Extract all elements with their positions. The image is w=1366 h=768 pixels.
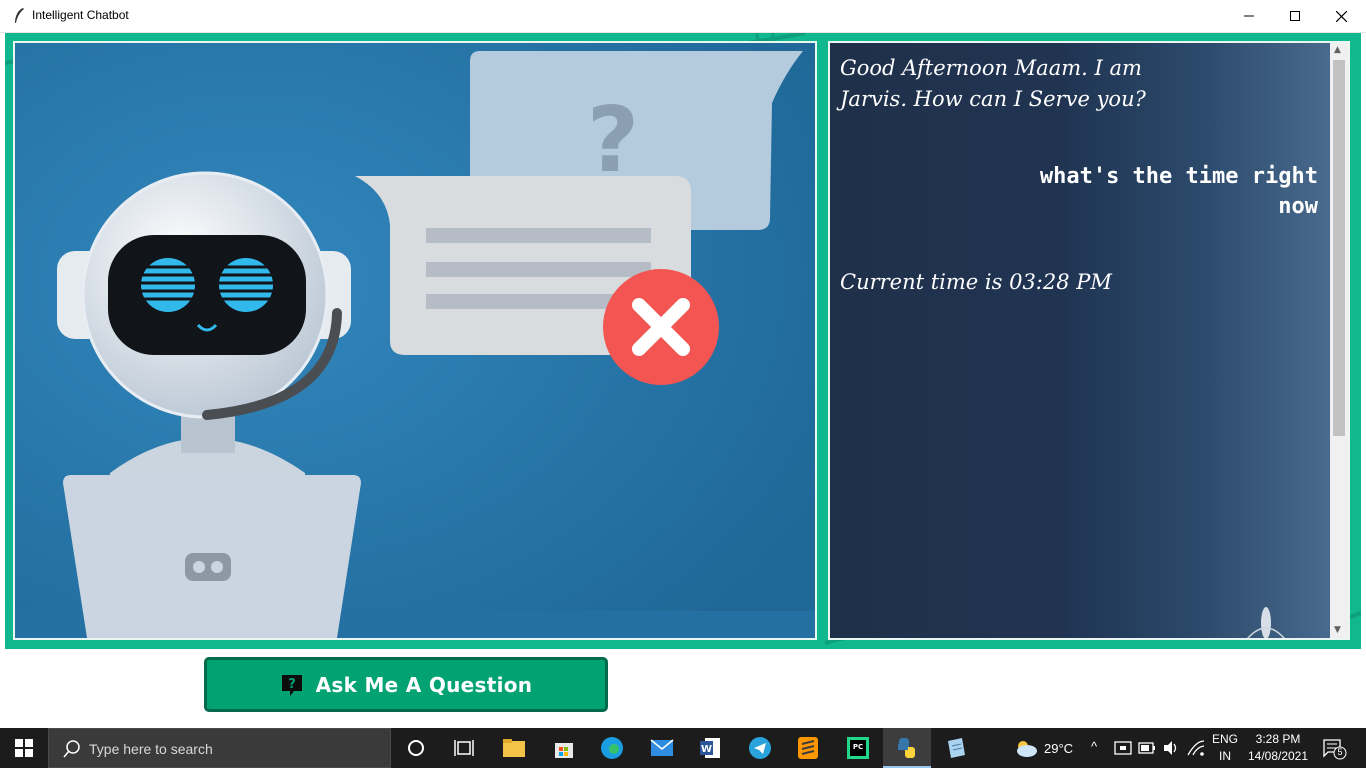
clock-time[interactable]: 3:28 PM (1244, 732, 1312, 746)
rocket-decoration (1247, 607, 1285, 638)
taskbar: Type here to search W PC 29°C ^ ENG IN 3… (0, 728, 1366, 768)
store-button[interactable] (540, 728, 588, 768)
tray-chevron-up-icon[interactable]: ^ (1091, 739, 1097, 754)
sublime-text-button[interactable] (784, 728, 832, 768)
weather-icon[interactable] (1013, 738, 1039, 758)
bot-message: Current time is 03:28 PM (840, 270, 1112, 294)
svg-text:?: ? (288, 677, 296, 692)
edge-button[interactable] (588, 728, 636, 768)
notification-count: 5 (1337, 747, 1343, 757)
python-button[interactable] (883, 728, 931, 768)
task-view-icon (454, 740, 474, 756)
pycharm-button[interactable]: PC (834, 728, 882, 768)
scroll-up-icon[interactable]: ▲ (1334, 45, 1341, 55)
search-placeholder: Type here to search (89, 741, 213, 757)
user-message: what's the time right now (1039, 164, 1318, 219)
bot-message: Good Afternoon Maam. I am Jarvis. How ca… (840, 56, 1146, 111)
taskbar-search-box[interactable]: Type here to search (48, 728, 391, 768)
ask-question-button[interactable]: ? Ask Me A Question (204, 657, 608, 712)
svg-text:PC: PC (853, 743, 863, 751)
wifi-icon[interactable] (1187, 740, 1205, 756)
question-bubble-icon: ? (281, 674, 302, 696)
pycharm-icon: PC (847, 737, 869, 759)
start-button[interactable] (0, 728, 48, 768)
notepad-button[interactable] (932, 728, 980, 768)
sublime-text-icon (798, 737, 818, 759)
clock-date[interactable]: 14/08/2021 (1244, 749, 1312, 763)
edge-icon (601, 737, 623, 759)
store-icon (555, 743, 573, 758)
file-explorer-button[interactable] (490, 728, 538, 768)
scroll-down-icon[interactable]: ▼ (1334, 625, 1341, 635)
weather-temperature[interactable]: 29°C (1044, 741, 1073, 756)
window-title: Intelligent Chatbot (32, 8, 129, 22)
chat-scrollbar[interactable]: ▲ ▼ (1330, 43, 1348, 638)
battery-icon[interactable] (1138, 742, 1156, 754)
mail-icon (650, 739, 674, 756)
windows-icon (15, 739, 33, 757)
close-icon (1335, 10, 1347, 22)
svg-text:W: W (701, 744, 712, 755)
network-adapter-icon[interactable] (1114, 740, 1132, 756)
volume-icon[interactable] (1162, 740, 1180, 756)
chat-log[interactable]: Good Afternoon Maam. I am Jarvis. How ca… (828, 41, 1350, 640)
mail-button[interactable] (638, 728, 686, 768)
ask-question-label: Ask Me A Question (315, 672, 533, 697)
python-icon (898, 738, 915, 758)
minimize-icon (1244, 15, 1254, 17)
robot-image: ? (15, 43, 815, 638)
feather-icon (15, 8, 24, 23)
title-bar: Intelligent Chatbot (0, 0, 1366, 33)
scrollbar-thumb[interactable] (1333, 60, 1345, 436)
close-button[interactable] (1318, 0, 1364, 32)
word-icon: W (700, 738, 720, 758)
robot-illustration: ? (13, 41, 817, 640)
maximize-icon (1290, 11, 1300, 21)
cortana-icon (408, 740, 424, 756)
notepad-icon (948, 738, 965, 758)
telegram-icon (749, 737, 771, 759)
task-view-button[interactable] (440, 728, 488, 768)
file-explorer-icon (503, 739, 525, 757)
telegram-button[interactable] (736, 728, 784, 768)
language-region[interactable]: IN (1210, 749, 1240, 763)
word-button[interactable]: W (686, 728, 734, 768)
maximize-button[interactable] (1272, 0, 1318, 32)
minimize-button[interactable] (1226, 0, 1272, 32)
search-icon (63, 740, 80, 758)
language-code[interactable]: ENG (1210, 732, 1240, 746)
cortana-button[interactable] (392, 728, 440, 768)
